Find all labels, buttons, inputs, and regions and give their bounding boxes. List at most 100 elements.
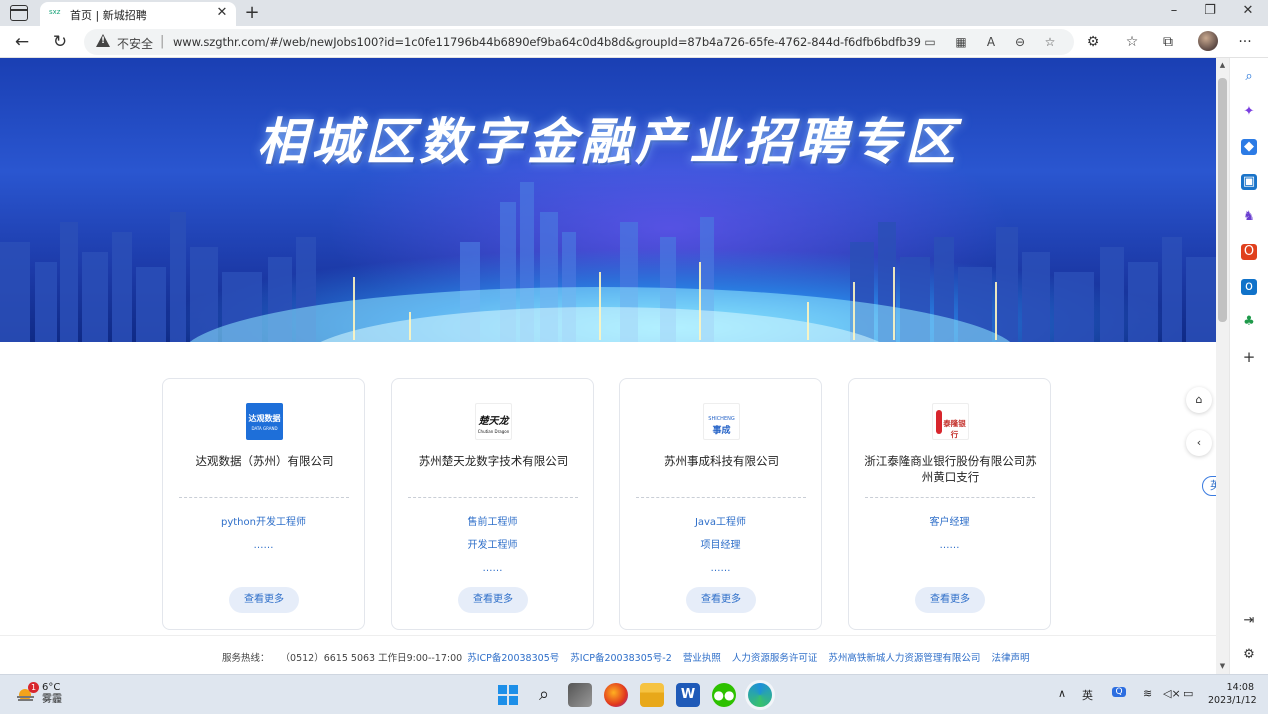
hotline-number: （0512）6615 5063 工作日9:00--17:00	[280, 653, 463, 664]
company-card[interactable]: 泰隆银行 浙江泰隆商业银行股份有限公司苏州黄口支行 客户经理 …… 查看更多	[848, 378, 1051, 630]
drop-icon[interactable]: ♣	[1241, 314, 1257, 330]
more-menu-icon[interactable]: ···	[1235, 32, 1255, 52]
volume-muted-icon[interactable]: ◁×	[1163, 687, 1181, 700]
search-taskbar-icon[interactable]: ⌕	[532, 683, 556, 707]
home-float-button[interactable]: ⌂	[1186, 387, 1212, 413]
footer-link-icp[interactable]: 苏ICP备20038305号	[467, 653, 559, 664]
card-divider	[636, 497, 806, 498]
windows-taskbar: 1 6°C 雾霾 ⌕ W ●● ∧ 英 Q ≋ ◁× ▭ 14:08 2023/…	[0, 674, 1268, 714]
zoom-icon[interactable]: ⊖	[1011, 33, 1029, 51]
hotline-label: 服务热线：	[222, 653, 270, 664]
company-name[interactable]: 苏州事成科技有限公司	[630, 453, 813, 469]
extensions-icon[interactable]: ⚙	[1083, 32, 1103, 52]
footer-link-hr-permit[interactable]: 人力资源服务许可证	[732, 653, 818, 664]
edge-icon[interactable]	[748, 683, 772, 707]
company-card[interactable]: SHICHENG 事成 苏州事成科技有限公司 Java工程师 项目经理 …… 查…	[619, 378, 822, 630]
window-close-icon[interactable]: ✕	[1238, 3, 1258, 18]
ime-indicator[interactable]: 英	[1082, 687, 1093, 703]
company-name[interactable]: 苏州楚天龙数字技术有限公司	[402, 453, 585, 469]
profile-avatar[interactable]	[1198, 31, 1218, 51]
company-card[interactable]: 楚天龙 Chutian Dragon 苏州楚天龙数字技术有限公司 售前工程师 开…	[391, 378, 594, 630]
city-skyline-image	[0, 182, 1216, 342]
footer-link-company[interactable]: 苏州高铁新城人力资源管理有限公司	[828, 653, 980, 664]
page-scrollbar[interactable]: ▲ ▼	[1216, 58, 1229, 674]
read-aloud-icon[interactable]: A	[982, 33, 1000, 51]
footer-link-legal[interactable]: 法律声明	[991, 653, 1029, 664]
start-icon[interactable]	[496, 683, 520, 707]
job-list: python开发工程师 ……	[163, 517, 364, 563]
close-tab-icon[interactable]: ✕	[214, 5, 230, 20]
view-more-button[interactable]: 查看更多	[458, 587, 528, 613]
collections-icon[interactable]: ⧉	[1158, 32, 1178, 52]
tab-active[interactable]: sxz 首页 | 新城招聘 ✕	[40, 2, 236, 26]
add-sidebar-icon[interactable]: +	[1241, 349, 1257, 365]
scroll-down-icon[interactable]: ▼	[1216, 662, 1229, 670]
back-icon[interactable]: ←	[11, 31, 33, 53]
job-list: Java工程师 项目经理 ……	[620, 517, 821, 586]
home-icon: ⌂	[1195, 393, 1203, 406]
clock-date: 2023/1/12	[1208, 695, 1257, 706]
card-divider	[179, 497, 349, 498]
view-more-button[interactable]: 查看更多	[915, 587, 985, 613]
favorites-icon[interactable]: ☆	[1122, 32, 1142, 52]
url-text[interactable]: www.szgthr.com/#/web/newJobs100?id=1c0fe…	[173, 35, 921, 49]
grid-icon[interactable]: ▦	[952, 33, 970, 51]
footer-link-license[interactable]: 营业执照	[683, 653, 721, 664]
word-icon[interactable]: W	[676, 683, 700, 707]
job-link[interactable]: 客户经理	[849, 517, 1050, 529]
company-card[interactable]: 达观数据 DATA GRAND 达观数据（苏州）有限公司 python开发工程师…	[162, 378, 365, 630]
job-link[interactable]: 售前工程师	[392, 517, 593, 529]
search-icon[interactable]: ⌕	[1241, 69, 1257, 85]
games-icon[interactable]: ♞	[1241, 209, 1257, 225]
job-ellipsis: ……	[939, 540, 960, 551]
app-tray-icon[interactable]: Q	[1112, 687, 1126, 697]
file-explorer-icon[interactable]	[640, 683, 664, 707]
view-more-button[interactable]: 查看更多	[686, 587, 756, 613]
edge-sidebar: ⌕ ✦ ◆ ▣ ♞ O o ♣ + ⇥ ⚙	[1229, 58, 1268, 674]
footer-link-icp-2[interactable]: 苏ICP备20038305号-2	[570, 653, 672, 664]
tools-icon[interactable]: ▣	[1241, 174, 1257, 190]
settings-icon[interactable]: ⚙	[1241, 647, 1257, 663]
sidebar-hide-icon[interactable]: ⇥	[1241, 613, 1257, 629]
wifi-icon[interactable]: ≋	[1143, 687, 1152, 700]
new-tab-button[interactable]: +	[243, 2, 261, 23]
view-more-button[interactable]: 查看更多	[229, 587, 299, 613]
job-link[interactable]: 开发工程师	[392, 540, 593, 552]
office-icon[interactable]: O	[1241, 244, 1257, 260]
browser-toolbar: ← ↻ 不安全 | www.szgthr.com/#/web/newJobs10…	[0, 26, 1268, 58]
job-link[interactable]: Java工程师	[620, 517, 821, 529]
job-link[interactable]: python开发工程师	[163, 517, 364, 529]
shopping-icon[interactable]: ◆	[1241, 139, 1257, 155]
app-available-icon[interactable]: ▭	[921, 33, 939, 51]
logo-text: 达观数据	[248, 414, 281, 423]
refresh-icon[interactable]: ↻	[49, 31, 71, 53]
security-label[interactable]: 不安全	[117, 35, 153, 52]
wechat-icon[interactable]: ●●	[712, 683, 736, 707]
tab-actions-icon[interactable]	[10, 5, 28, 21]
restore-icon[interactable]: ❐	[1200, 3, 1220, 18]
tab-strip: sxz 首页 | 新城招聘 ✕ + – ❐ ✕	[0, 0, 1268, 26]
logo-subtext: SHICHENG	[708, 416, 735, 422]
minimize-icon[interactable]: –	[1164, 3, 1184, 18]
collapse-float-button[interactable]: ‹	[1186, 430, 1212, 456]
address-bar[interactable]: 不安全 | www.szgthr.com/#/web/newJobs100?id…	[84, 29, 1074, 55]
scroll-thumb[interactable]	[1218, 78, 1227, 322]
firefox-icon[interactable]	[604, 683, 628, 707]
job-link[interactable]: 项目经理	[620, 540, 821, 552]
tab-title: 首页 | 新城招聘	[70, 9, 147, 22]
scroll-up-icon[interactable]: ▲	[1216, 61, 1229, 69]
task-view-icon[interactable]	[568, 683, 592, 707]
copilot-icon[interactable]: ✦	[1241, 104, 1257, 120]
favorite-add-icon[interactable]: ☆	[1041, 33, 1059, 51]
tray-chevron-up-icon[interactable]: ∧	[1058, 687, 1066, 700]
hero-banner: 相城区数字金融产业招聘专区	[0, 58, 1216, 342]
weather-desc: 雾霾	[42, 694, 62, 705]
warning-icon	[96, 34, 110, 47]
outlook-icon[interactable]: o	[1241, 279, 1257, 295]
logo-text: 楚天龙	[478, 416, 509, 427]
company-name[interactable]: 浙江泰隆商业银行股份有限公司苏州黄口支行	[859, 453, 1042, 485]
weather-widget[interactable]: 6°C 雾霾	[42, 682, 62, 706]
company-name[interactable]: 达观数据（苏州）有限公司	[173, 453, 356, 469]
battery-icon[interactable]: ▭	[1183, 687, 1193, 700]
system-clock[interactable]: 14:08 2023/1/12	[1208, 681, 1257, 707]
